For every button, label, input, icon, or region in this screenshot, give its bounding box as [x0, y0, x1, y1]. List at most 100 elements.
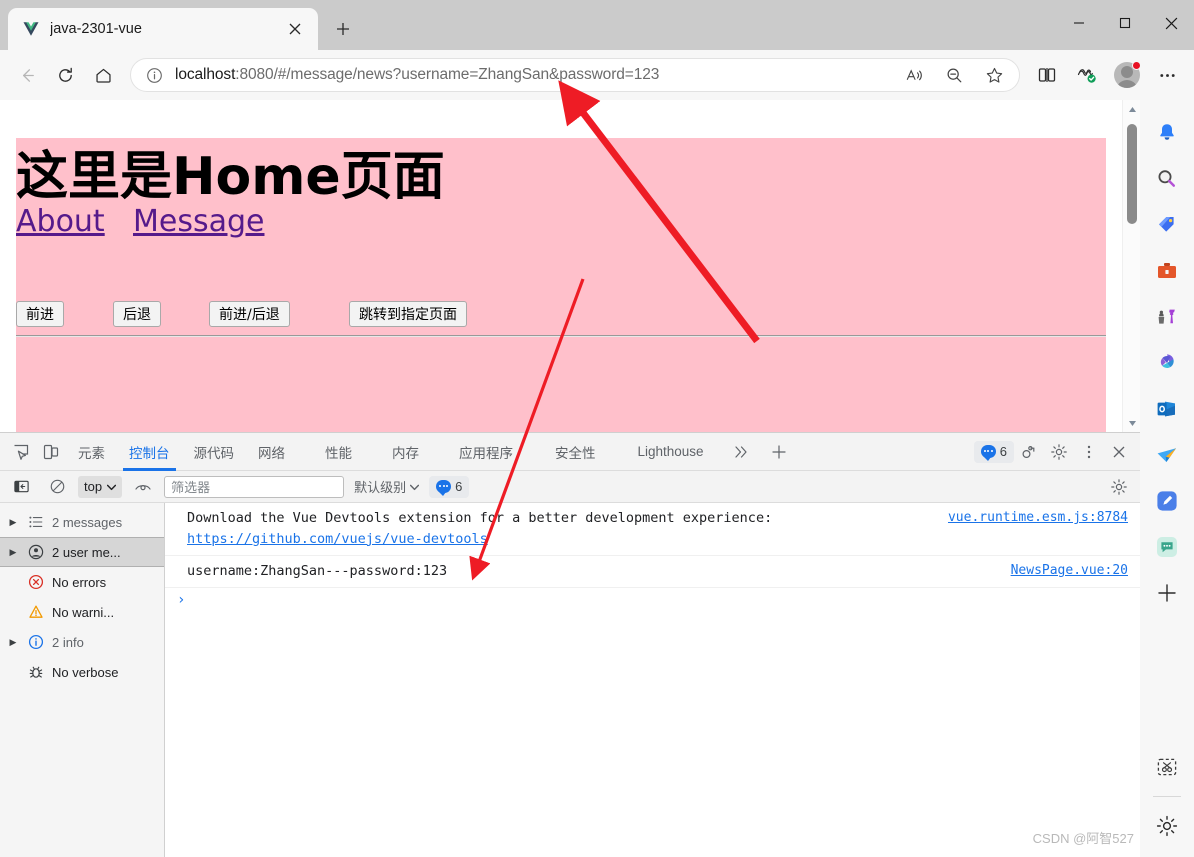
log-level-select[interactable]: 默认级别: [350, 477, 423, 496]
tab-memory[interactable]: 内存: [380, 433, 431, 471]
address-bar[interactable]: localhost:8080/#/message/news?username=Z…: [130, 58, 1020, 92]
clear-console-icon[interactable]: [42, 473, 72, 501]
page-scrollbar[interactable]: [1122, 100, 1140, 432]
screenshot-icon[interactable]: [1147, 744, 1187, 790]
tab-security[interactable]: 安全性: [543, 433, 608, 471]
plus-icon[interactable]: [1147, 570, 1187, 616]
profile-avatar[interactable]: [1108, 56, 1146, 94]
sidebar-item-errors[interactable]: No errors: [0, 567, 164, 597]
execution-context-value: top: [84, 479, 103, 494]
read-aloud-icon[interactable]: [895, 56, 933, 94]
console-message-source[interactable]: NewsPage.vue:20: [1011, 561, 1128, 581]
scroll-down-icon[interactable]: [1123, 414, 1141, 432]
sidebar-item-warnings[interactable]: No warni...: [0, 597, 164, 627]
devtools-tab-bar: 元素 控制台 源代码 网络 性能 内存 应用程序 安全性 Lighthouse …: [0, 433, 1140, 471]
tab-performance[interactable]: 性能: [313, 433, 364, 471]
forward-button[interactable]: 前进: [16, 301, 64, 327]
inspect-element-icon[interactable]: [6, 438, 36, 466]
browser-toolbar: localhost:8080/#/message/news?username=Z…: [0, 50, 1194, 100]
outlook-icon[interactable]: [1147, 386, 1187, 432]
chevron-right-icon[interactable]: ▶: [6, 517, 20, 528]
new-tab-button[interactable]: [326, 12, 360, 46]
back-arrow-icon[interactable]: [8, 56, 46, 94]
console-message-link[interactable]: https://github.com/vuejs/vue-devtools: [187, 531, 488, 547]
console-sidebar-toggle-icon[interactable]: [6, 473, 36, 501]
back-button[interactable]: 后退: [113, 301, 161, 327]
home-icon[interactable]: [84, 56, 122, 94]
chevron-down-icon: [409, 479, 420, 494]
log-level-value: 默认级别: [354, 480, 407, 495]
chevron-down-icon: [106, 479, 117, 494]
maximize-icon[interactable]: [1102, 0, 1148, 46]
console-message-list: Download the Vue Devtools extension for …: [165, 503, 1140, 857]
scrollbar-thumb[interactable]: [1127, 124, 1137, 224]
tab-console[interactable]: 控制台: [117, 433, 182, 471]
link-about[interactable]: About: [16, 204, 105, 239]
browser-tab[interactable]: java-2301-vue: [8, 8, 318, 50]
minimize-icon[interactable]: [1056, 0, 1102, 46]
console-input-prompt[interactable]: ›: [165, 588, 1140, 608]
more-tabs-icon[interactable]: [726, 438, 756, 466]
omnibox-actions: [895, 56, 1013, 94]
devtools-more-vertical-icon[interactable]: [1074, 438, 1104, 466]
tab-sources[interactable]: 源代码: [182, 433, 247, 471]
microsoft-365-icon[interactable]: [1147, 340, 1187, 386]
console-issues-badge[interactable]: 6: [429, 475, 470, 498]
console-body: ▶ 2 messages ▶ 2 user me... No errors No…: [0, 503, 1140, 857]
briefcase-icon[interactable]: [1147, 248, 1187, 294]
pen-icon[interactable]: [1147, 478, 1187, 524]
rail-divider: [1153, 796, 1181, 797]
tab-close-icon[interactable]: [282, 16, 308, 42]
sidebar-item-label: No verbose: [52, 664, 119, 680]
tab-elements[interactable]: 元素: [66, 433, 117, 471]
tag-icon[interactable]: [1147, 202, 1187, 248]
bell-icon[interactable]: [1147, 110, 1187, 156]
sidebar-item-info[interactable]: ▶ 2 info: [0, 627, 164, 657]
close-window-icon[interactable]: [1148, 0, 1194, 46]
link-message[interactable]: Message: [133, 204, 264, 239]
paper-plane-icon[interactable]: [1147, 432, 1187, 478]
browser-window: java-2301-vue localhost:8080/#/message/n…: [0, 0, 1194, 857]
sidebar-item-user-messages[interactable]: ▶ 2 user me...: [0, 537, 164, 567]
forward-back-button[interactable]: 前进/后退: [209, 301, 290, 327]
star-icon[interactable]: [975, 56, 1013, 94]
chat-icon[interactable]: [1147, 524, 1187, 570]
jump-to-page-button[interactable]: 跳转到指定页面: [349, 301, 467, 327]
add-tab-icon[interactable]: [764, 438, 794, 466]
device-toolbar-icon[interactable]: [36, 438, 66, 466]
sidebar-item-verbose[interactable]: No verbose: [0, 657, 164, 687]
settings-and-more-icon[interactable]: [1148, 56, 1186, 94]
devtools-settings-gear-icon[interactable]: [1044, 438, 1074, 466]
tab-application[interactable]: 应用程序: [447, 433, 525, 471]
games-icon[interactable]: [1147, 294, 1187, 340]
chevron-right-icon[interactable]: ▶: [6, 547, 20, 558]
live-expression-eye-icon[interactable]: [128, 473, 158, 501]
zoom-out-icon[interactable]: [935, 56, 973, 94]
split-screen-icon[interactable]: [1028, 56, 1066, 94]
devtools-close-icon[interactable]: [1104, 438, 1134, 466]
url-text[interactable]: localhost:8080/#/message/news?username=Z…: [165, 66, 895, 84]
scroll-up-icon[interactable]: [1123, 100, 1141, 118]
tab-lighthouse[interactable]: Lighthouse: [626, 433, 716, 471]
console-message[interactable]: username:ZhangSan---password:123 NewsPag…: [165, 556, 1140, 588]
vue-logo-icon: [22, 20, 40, 38]
console-filter-placeholder: 筛选器: [171, 480, 211, 495]
search-icon[interactable]: [1147, 156, 1187, 202]
console-filter-input[interactable]: 筛选器: [164, 475, 345, 498]
refresh-icon[interactable]: [46, 56, 84, 94]
console-issues-count: 6: [455, 479, 463, 494]
console-settings-gear-icon[interactable]: [1104, 473, 1134, 501]
tab-network[interactable]: 网络: [246, 433, 297, 471]
browser-essentials-icon[interactable]: [1068, 56, 1106, 94]
console-message[interactable]: Download the Vue Devtools extension for …: [165, 503, 1140, 556]
issues-badge[interactable]: 6: [973, 440, 1014, 463]
execution-context-select[interactable]: top: [78, 475, 123, 498]
devtools-customize-icon[interactable]: [1014, 438, 1044, 466]
gear-icon[interactable]: [1147, 803, 1187, 849]
url-host: localhost: [175, 66, 236, 83]
console-message-source[interactable]: vue.runtime.esm.js:8784: [948, 508, 1128, 528]
page-button-row: 前进 后退 前进/后退 跳转到指定页面: [16, 293, 1106, 335]
chevron-right-icon[interactable]: ▶: [6, 637, 20, 648]
site-info-icon[interactable]: [143, 64, 165, 86]
sidebar-item-messages[interactable]: ▶ 2 messages: [0, 507, 164, 537]
